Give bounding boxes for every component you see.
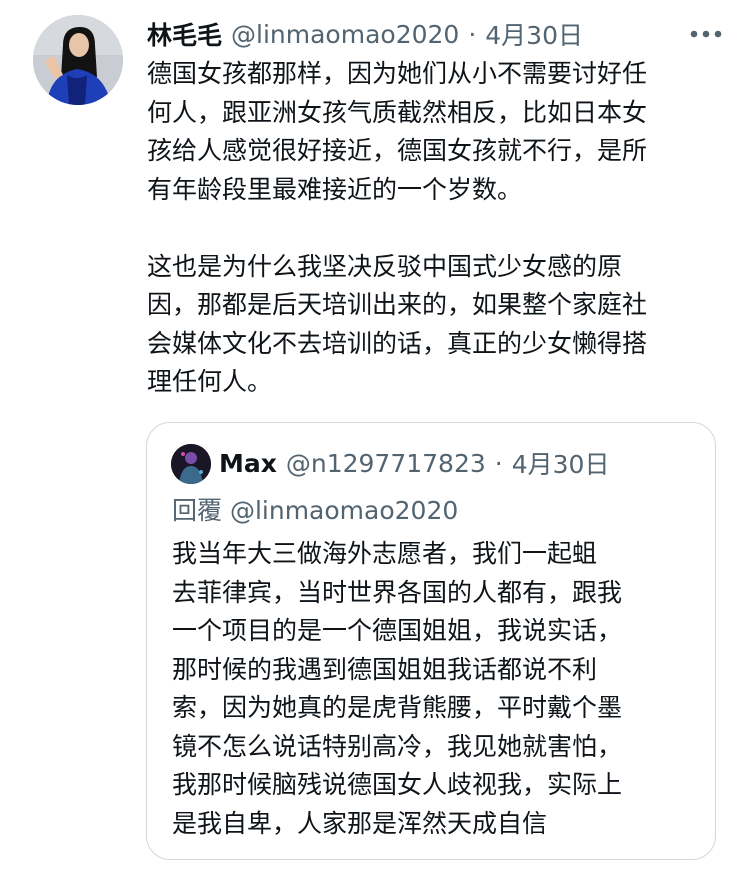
quote-text: 我当年大三做海外志愿者，我们一起蛆 去菲律宾，当时世界各国的人都有，跟我 一个项… xyxy=(172,535,672,843)
text-line: 有年龄段里最难接近的一个岁数。 xyxy=(147,174,523,204)
text-line: 那时候的我遇到德国姐姐我话都说不利 xyxy=(172,654,598,684)
author-handle[interactable]: @linmaomao2020 xyxy=(231,20,459,49)
text-line: 孩给人感觉很好接近，德国女孩就不行，是所 xyxy=(147,136,648,165)
text-line: 去菲律宾，当时世界各国的人都有，跟我 xyxy=(172,577,623,607)
quote-author-handle[interactable]: @n1297717823 xyxy=(286,449,486,478)
tweet: 林毛毛 @linmaomao2020 · 4月30日 德国女孩都那样，因为她们从… xyxy=(0,0,750,881)
tweet-text: 德国女孩都那样，因为她们从小不需要讨好任 何人，跟亚洲女孩气质截然相反，比如日本… xyxy=(147,55,737,402)
text-line: 一个项目的是一个德国姐姐，我说实话， xyxy=(172,616,623,645)
separator-dot: · xyxy=(494,448,503,478)
tweet-header: 林毛毛 @linmaomao2020 · 4月30日 xyxy=(147,16,583,52)
text-line: 因，那都是后天培训出来的，如果整个家庭社 xyxy=(147,290,648,319)
tweet-paragraph-2: 这也是为什么我坚决反驳中国式少女感的原 因，那都是后天培训出来的，如果整个家庭社… xyxy=(147,248,737,402)
separator-dot: · xyxy=(468,19,477,49)
avatar[interactable] xyxy=(33,15,123,105)
author-display-name[interactable]: 林毛毛 xyxy=(147,16,222,52)
text-line: 何人，跟亚洲女孩气质截然相反，比如日本女 xyxy=(147,97,648,127)
text-line: 我那时候脑残说德国女人歧视我，实际上 xyxy=(172,770,623,799)
reply-mention[interactable]: @linmaomao2020 xyxy=(230,496,458,525)
reply-prefix: 回覆 xyxy=(172,496,223,525)
text-line: 索，因为她真的是虎背熊腰，平时戴个墨 xyxy=(172,693,623,722)
quote-date[interactable]: 4月30日 xyxy=(512,445,610,481)
tweet-paragraph-1: 德国女孩都那样，因为她们从小不需要讨好任 何人，跟亚洲女孩气质截然相反，比如日本… xyxy=(147,55,737,209)
text-line: 我当年大三做海外志愿者，我们一起蛆 xyxy=(172,539,598,568)
text-line: 这也是为什么我坚决反驳中国式少女感的原 xyxy=(147,251,623,281)
text-line: 是我自卑，人家那是浑然天成自信 xyxy=(172,808,548,838)
text-line: 德国女孩都那样，因为她们从小不需要讨好任 xyxy=(147,59,648,88)
quote-header: Max @n1297717823 · 4月30日 xyxy=(219,445,609,481)
text-line: 会媒体文化不去培训的话，真正的少女懒得搭 xyxy=(147,328,648,358)
text-line: 理任何人。 xyxy=(147,367,273,396)
more-horizontal-icon[interactable] xyxy=(684,20,728,48)
quote-author-display-name[interactable]: Max xyxy=(219,449,277,478)
tweet-date[interactable]: 4月30日 xyxy=(485,16,583,52)
replying-to: 回覆 @linmaomao2020 xyxy=(172,491,458,527)
quote-avatar[interactable] xyxy=(171,444,211,484)
text-line: 镜不怎么说话特别高冷，我见她就害怕， xyxy=(172,731,623,761)
quoted-tweet-card[interactable]: Max @n1297717823 · 4月30日 回覆 @linmaomao20… xyxy=(146,422,716,860)
